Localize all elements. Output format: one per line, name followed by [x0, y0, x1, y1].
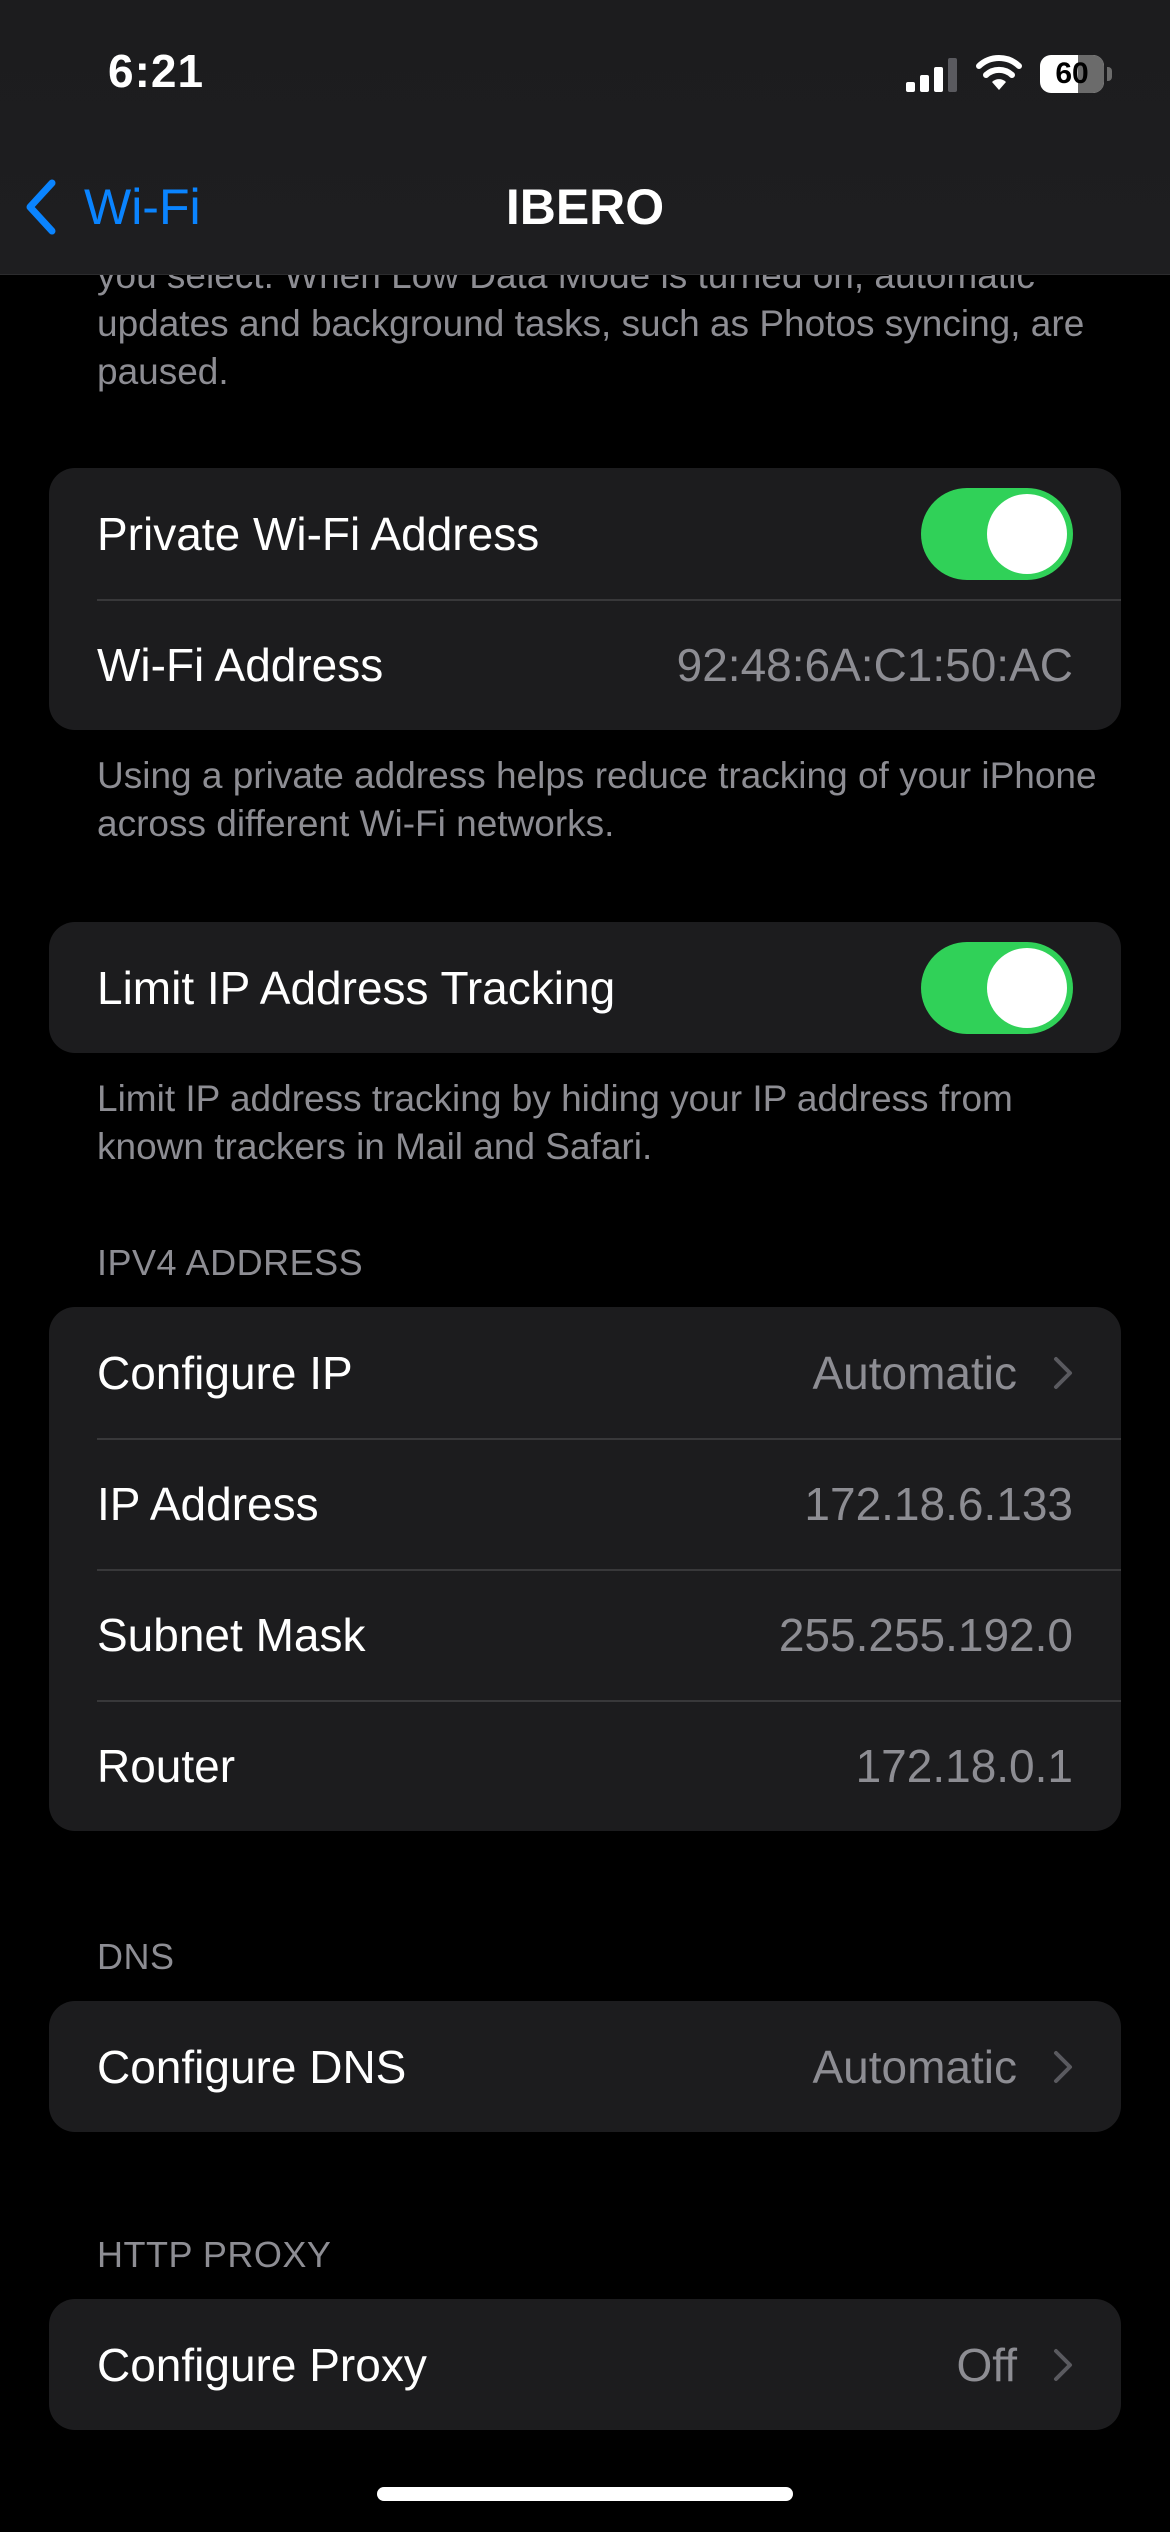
- configure-dns-value: Automatic: [812, 2040, 1017, 2093]
- limit-ip-tracking-label: Limit IP Address Tracking: [97, 961, 616, 1014]
- ip-address-row: IP Address 172.18.6.133: [49, 1438, 1121, 1569]
- battery-icon: 60: [1040, 55, 1112, 93]
- dns-group: Configure DNS Automatic: [49, 2001, 1121, 2132]
- ipv4-section-header: IPV4 ADDRESS: [97, 1242, 364, 1283]
- wifi-address-value: 92:48:6A:C1:50:AC: [676, 638, 1073, 691]
- settings-scroll-view[interactable]: you select. When Low Data Mode is turned…: [0, 0, 1170, 2532]
- page-title: IBERO: [505, 179, 665, 235]
- private-address-group: Private Wi-Fi Address Wi-Fi Address 92:4…: [49, 468, 1121, 730]
- router-value: 172.18.0.1: [855, 1739, 1073, 1792]
- proxy-group: Configure Proxy Off: [49, 2299, 1121, 2430]
- limit-tracking-footer: Limit IP address tracking by hiding your…: [97, 1078, 1013, 1167]
- battery-cap: [1107, 67, 1112, 81]
- private-address-footer: Using a private address helps reduce tra…: [97, 755, 1097, 844]
- configure-proxy-row[interactable]: Configure Proxy Off: [49, 2299, 1121, 2430]
- wifi-address-row: Wi-Fi Address 92:48:6A:C1:50:AC: [49, 599, 1121, 730]
- status-time: 6:21: [108, 45, 205, 97]
- configure-proxy-label: Configure Proxy: [97, 2338, 427, 2391]
- chevron-right-icon: [1054, 2348, 1072, 2381]
- limit-tracking-group: Limit IP Address Tracking: [49, 922, 1121, 1053]
- battery-body: 60: [1040, 55, 1104, 93]
- limit-ip-tracking-row[interactable]: Limit IP Address Tracking: [49, 922, 1121, 1053]
- http-proxy-section-header: HTTP PROXY: [97, 2234, 332, 2275]
- ip-address-label: IP Address: [97, 1477, 319, 1530]
- private-wifi-address-label: Private Wi-Fi Address: [97, 507, 540, 560]
- configure-ip-value: Automatic: [812, 1346, 1017, 1399]
- chevron-right-icon: [1054, 1356, 1072, 1389]
- router-label: Router: [97, 1739, 236, 1792]
- home-indicator[interactable]: [377, 2487, 793, 2501]
- signal-icon: [906, 58, 957, 92]
- configure-ip-label: Configure IP: [97, 1346, 353, 1399]
- battery-level-text: 60: [1055, 57, 1089, 90]
- dns-section-header: DNS: [97, 1936, 175, 1977]
- router-row: Router 172.18.0.1: [49, 1700, 1121, 1831]
- subnet-mask-label: Subnet Mask: [97, 1608, 366, 1661]
- ip-address-value: 172.18.6.133: [804, 1477, 1073, 1530]
- wifi-address-label: Wi-Fi Address: [97, 638, 384, 691]
- status-bar: 6:21 60: [0, 0, 1170, 150]
- toggle-knob: [987, 947, 1067, 1028]
- configure-proxy-value: Off: [956, 2338, 1017, 2391]
- navigation-bar: 6:21 60 Wi-Fi IBERO: [0, 0, 1170, 275]
- configure-dns-label: Configure DNS: [97, 2040, 407, 2093]
- ipv4-group: Configure IP Automatic IP Address 172.18…: [49, 1307, 1121, 1831]
- configure-ip-row[interactable]: Configure IP Automatic: [49, 1307, 1121, 1438]
- subnet-mask-value: 255.255.192.0: [778, 1608, 1073, 1661]
- limit-ip-tracking-toggle[interactable]: [921, 941, 1073, 1034]
- chevron-right-icon: [1054, 2050, 1072, 2083]
- toggle-knob: [987, 493, 1067, 574]
- configure-dns-row[interactable]: Configure DNS Automatic: [49, 2001, 1121, 2132]
- wifi-icon: [976, 55, 1022, 90]
- private-wifi-address-row[interactable]: Private Wi-Fi Address: [49, 468, 1121, 599]
- private-wifi-address-toggle[interactable]: [921, 487, 1073, 580]
- subnet-mask-row: Subnet Mask 255.255.192.0: [49, 1569, 1121, 1700]
